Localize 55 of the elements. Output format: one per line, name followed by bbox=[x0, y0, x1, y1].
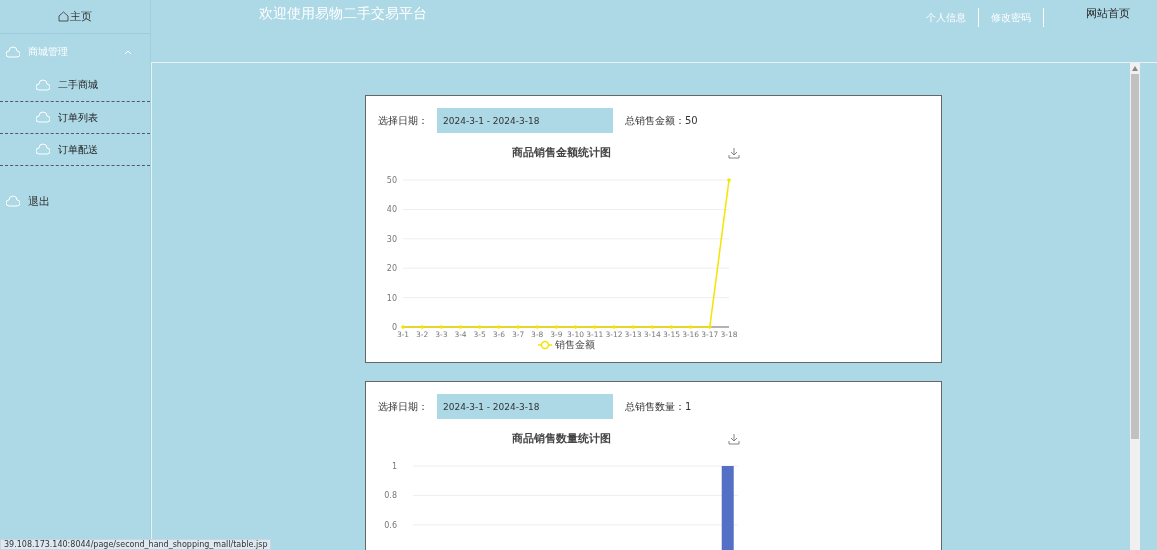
scroll-up-icon[interactable] bbox=[1132, 66, 1138, 71]
data-point bbox=[631, 325, 635, 329]
cloud-icon bbox=[36, 143, 50, 156]
data-point bbox=[401, 325, 405, 329]
data-point bbox=[439, 325, 444, 329]
date-label: 选择日期： bbox=[378, 113, 429, 128]
header-link[interactable]: 网站首页 bbox=[1086, 6, 1130, 21]
chart-title: 商品销售数量统计图 bbox=[511, 432, 611, 445]
cloud-icon bbox=[36, 111, 50, 124]
data-point bbox=[477, 325, 482, 329]
status-url: 39.108.173.140:8044/page/second_hand_shopping_mall/table.jsp bbox=[0, 539, 272, 550]
data-point bbox=[458, 325, 463, 329]
submenu-item[interactable]: 订单列表 bbox=[58, 110, 98, 125]
cloud-icon bbox=[6, 194, 20, 208]
menu-item[interactable]: 退出 bbox=[28, 193, 50, 209]
axis-label: 0.6 bbox=[384, 520, 397, 530]
data-point bbox=[688, 325, 693, 329]
date-range-field[interactable]: 2024-3-1 - 2024-3-18 bbox=[437, 394, 613, 419]
legend-marker[interactable] bbox=[537, 340, 553, 350]
data-point bbox=[516, 325, 520, 329]
home-link[interactable]: 主页 bbox=[0, 0, 150, 34]
data-point bbox=[612, 325, 616, 329]
scrollbar[interactable] bbox=[1130, 63, 1140, 550]
total-text: 总销售数量：1 bbox=[625, 399, 692, 414]
axis-label: 20 bbox=[386, 264, 397, 274]
cloud-icon bbox=[6, 45, 20, 59]
submenu-item[interactable]: 订单配送 bbox=[58, 142, 98, 157]
axis-label: 1 bbox=[391, 462, 397, 471]
axis-label: 0.8 bbox=[384, 491, 397, 501]
data-point bbox=[420, 325, 424, 329]
data-point bbox=[573, 325, 578, 329]
download-icon[interactable] bbox=[728, 433, 740, 445]
page-title: 欢迎使用易物二手交易平台 bbox=[259, 5, 427, 23]
submenu-item[interactable]: 二手商城 bbox=[58, 78, 98, 92]
date-range-field[interactable]: 2024-3-1 - 2024-3-18 bbox=[437, 108, 613, 133]
axis-label: 40 bbox=[386, 205, 397, 215]
total-text: 总销售金额：50 bbox=[625, 113, 698, 128]
data-point bbox=[708, 325, 712, 329]
data-point bbox=[497, 325, 501, 329]
axis-label: 10 bbox=[386, 293, 397, 303]
data-point bbox=[592, 325, 597, 329]
axis-label: 0 bbox=[391, 323, 397, 332]
data-point bbox=[535, 325, 540, 329]
data-point bbox=[669, 325, 674, 329]
date-label: 选择日期： bbox=[378, 399, 429, 414]
data-point bbox=[727, 178, 731, 182]
axis-label: 50 bbox=[386, 176, 397, 185]
legend-label: 销售金额 bbox=[555, 339, 595, 350]
download-icon[interactable] bbox=[728, 147, 740, 159]
chart-title: 商品销售金额统计图 bbox=[511, 146, 611, 159]
data-point bbox=[554, 325, 559, 329]
home-icon bbox=[58, 11, 69, 22]
axis-label: 30 bbox=[386, 234, 397, 244]
cloud-icon bbox=[36, 78, 50, 92]
data-point bbox=[650, 325, 655, 329]
